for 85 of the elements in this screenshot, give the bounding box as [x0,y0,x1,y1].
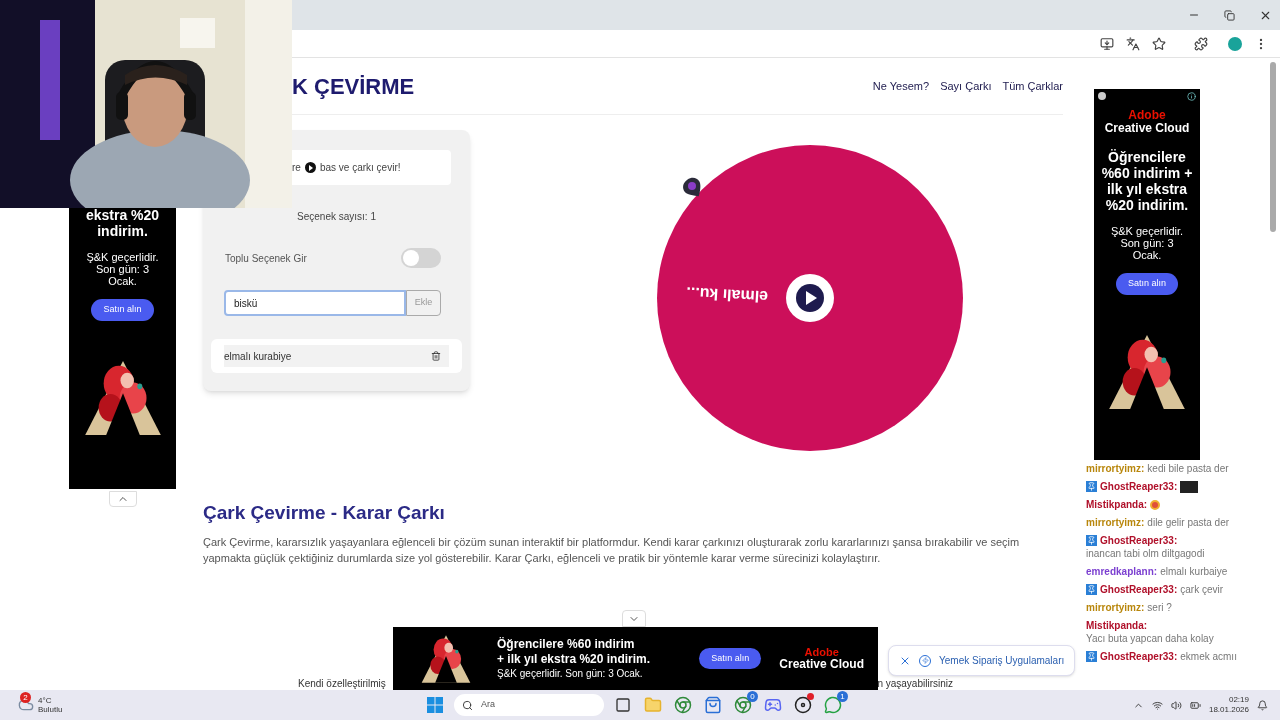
emoji-icon [1150,499,1161,510]
chat-username: GhostReaper33: [1100,480,1178,493]
taskbar-app[interactable]: 1 [818,691,848,719]
option-count: Seçenek sayısı: 1 [296,210,377,224]
chat-username: GhostReaper33: [1100,583,1178,596]
chat-image [1180,480,1199,493]
chat-username: GhostReaper33: [1100,650,1178,663]
chat-message: elmalı kurbaiye [1160,565,1228,578]
notification-badge: 0 [747,691,758,702]
ad-headline: Öğrencilere %60 indirim [497,636,636,652]
chat-message: Yacı buta yapcan daha kolay [1086,632,1214,645]
notification-toast[interactable]: Yemek Sipariş Uygulamaları [888,645,1076,676]
chrome-icon [674,696,692,714]
nav-link[interactable]: Ne Yesem? [872,77,930,95]
temperature: 4°C [38,696,53,705]
chrome-icon [734,696,752,714]
extensions-icon[interactable] [1194,36,1208,51]
bell-icon[interactable] [1257,699,1268,711]
ad-headline: + ilk yıl ekstra %20 indirim. [497,651,651,667]
chat-username: GhostReaper33: [1100,534,1178,547]
trash-icon[interactable] [431,351,441,361]
weather-condition: Bulutlu [38,705,63,714]
bulk-label: Toplu Seçenek Gir [224,251,307,266]
buy-button[interactable]: Satın alın [699,647,762,670]
volume-icon[interactable] [1170,699,1182,711]
chat-message: dile gelir pasta der [1147,516,1230,529]
folder-icon [644,696,662,714]
option-item[interactable]: elmalı kurabiye [224,345,449,367]
chat-username: mirrortyimz: [1086,601,1145,614]
chat-username: Mistikpanda: [1086,619,1148,632]
ad-note: Ş&K geçerlidir. Son gün: 3 Ocak. [1109,225,1185,261]
star-icon[interactable] [1152,36,1166,51]
translate-icon[interactable] [1126,36,1140,51]
taskbar-app[interactable]: 0 [728,691,758,719]
install-icon[interactable] [1100,36,1114,51]
chat-message: kedi bile pasta der [1147,462,1229,475]
chat-message: çark çevir [1180,583,1224,596]
chat-message: seri ? [1147,601,1172,614]
buy-button[interactable]: Satın alın [1116,273,1178,295]
chat-username: mirrortyimz: [1086,516,1145,529]
restore-icon[interactable] [1224,9,1235,21]
ad-brand: Adobe [1128,109,1166,122]
search-icon [462,699,473,711]
ad-note: Ş&K geçerlidir. Son gün: 3 Ocak. [85,251,160,287]
ad-product: Creative Cloud [779,658,864,671]
option-input[interactable]: biskü [224,290,407,316]
notification-badge: 2 [20,692,31,703]
battery-icon[interactable] [1189,699,1201,711]
ad-headline: ekstra %20 indirim. [84,207,161,239]
taskbar-search[interactable]: Ara [454,694,604,716]
chat-bubble-icon [824,696,842,714]
hint-text: bas ve çarkı çevir! [319,161,401,175]
site-logo[interactable]: K ÇEVİRME [292,69,415,103]
gamepad-icon [764,696,782,714]
ad-headline: Öğrencilere %60 indirim + ilk yıl ekstra %20 indirim. [1100,149,1194,213]
ad-product: Creative Cloud [1104,122,1190,135]
avatar-icon[interactable] [1228,36,1242,51]
ad-brand: Adobe [804,646,839,658]
chat-username: Mistikpanda: [1086,498,1148,511]
footer-text: Kendi özelleştirilmiş [298,678,386,690]
play-icon [304,162,316,173]
pointer-pin-icon [683,177,703,199]
section-title: Çark Çevirme - Karar Çarkı [203,501,446,525]
bulk-toggle[interactable] [401,248,441,268]
footer-text: n yaşayabilirsiniz [877,678,953,690]
buy-button[interactable]: Satın alın [91,299,154,321]
chat-message: ekmek acmıı [1180,650,1237,663]
nav-link[interactable]: Tüm Çarklar [1002,77,1063,95]
chat-username: emredkaplann: [1086,565,1158,578]
task-view-icon [615,697,631,713]
chat-message: inancan tabi olm diltgagodi [1086,547,1205,560]
toast-text: Yemek Sipariş Uygulamaları [939,654,1065,668]
notification-badge: 1 [837,691,848,702]
wifi-icon[interactable] [1151,699,1163,711]
hint-text: re [292,161,301,175]
disc-icon [794,696,812,714]
ad-note: Ş&K geçerlidir. Son gün: 3 Ocak. [497,666,644,681]
nav-link[interactable]: Sayı Çarkı [940,77,992,95]
wheel-label: elmalı ku... [685,284,769,306]
section-paragraph: Çark Çevirme, kararsızlık yaşayanlara eğlenceli bir çözüm sunan interaktif bir platformdur. Kendi karar çarkınızı oluşturarak zorlu kararlarınızı şansa bırakabilir ve seçim yapmakta güçlük çektiğiniz durumlarda size yol gösterebilir. Karar Çarkı, eğlenceli ve pratik bir yöntemle karar verme sürecinizi kolaylaştırır. [203,534,1021,566]
store-icon [704,696,722,714]
clock[interactable]: 02:19 18.01.2026 [1208,695,1249,715]
chat-username: mirrortyimz: [1086,462,1145,475]
info-icon[interactable] [1187,92,1196,101]
windows-icon [427,697,443,713]
